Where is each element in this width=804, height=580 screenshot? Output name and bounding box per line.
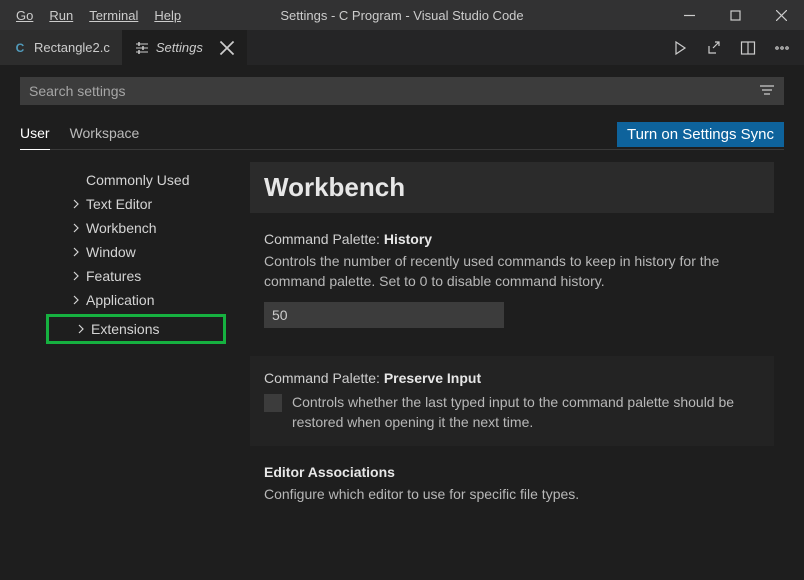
turn-on-settings-sync-button[interactable]: Turn on Settings Sync xyxy=(617,122,784,147)
menu-help[interactable]: Help xyxy=(146,4,189,27)
settings-main: Commonly Used Text Editor Workbench Wind… xyxy=(20,162,784,580)
toc-window[interactable]: Window xyxy=(20,240,240,264)
tab-label: Settings xyxy=(156,40,203,55)
tab-settings[interactable]: Settings xyxy=(122,30,247,65)
close-tab-icon[interactable] xyxy=(219,40,235,56)
window-title: Settings - C Program - Visual Studio Cod… xyxy=(280,8,523,23)
settings-search[interactable] xyxy=(20,77,784,105)
chevron-right-icon xyxy=(75,323,87,335)
search-input[interactable] xyxy=(29,83,759,99)
toc-commonly-used[interactable]: Commonly Used xyxy=(20,168,240,192)
tab-bar: C Rectangle2.c Settings xyxy=(0,30,804,65)
window-controls xyxy=(666,0,804,30)
setting-title: Editor Associations xyxy=(264,464,760,480)
setting-description: Controls the number of recently used com… xyxy=(264,251,760,292)
chevron-right-icon xyxy=(70,294,82,306)
setting-title: Command Palette: Preserve Input xyxy=(264,370,760,386)
chevron-right-icon xyxy=(70,198,82,210)
maximize-button[interactable] xyxy=(712,0,758,30)
setting-editor-associations: Editor Associations Configure which edit… xyxy=(264,464,760,504)
scope-workspace-tab[interactable]: Workspace xyxy=(70,119,140,149)
command-palette-history-input[interactable] xyxy=(264,302,504,328)
settings-toc: Commonly Used Text Editor Workbench Wind… xyxy=(20,162,240,580)
settings-editor: User Workspace Turn on Settings Sync Com… xyxy=(0,65,804,580)
toc-features[interactable]: Features xyxy=(20,264,240,288)
chevron-right-icon xyxy=(70,270,82,282)
run-icon[interactable] xyxy=(672,40,688,56)
split-editor-icon[interactable] xyxy=(740,40,756,56)
tab-rectangle2-c[interactable]: C Rectangle2.c xyxy=(0,30,122,65)
editor-actions xyxy=(672,30,804,65)
setting-title: Command Palette: History xyxy=(264,231,760,247)
menu-terminal[interactable]: Terminal xyxy=(81,4,146,27)
c-file-icon: C xyxy=(12,40,28,56)
settings-list-icon xyxy=(134,40,150,56)
settings-content[interactable]: Workbench Command Palette: History Contr… xyxy=(240,162,784,580)
toc-text-editor[interactable]: Text Editor xyxy=(20,192,240,216)
section-header-workbench: Workbench xyxy=(250,162,774,213)
filter-icon[interactable] xyxy=(759,84,775,99)
toc-workbench[interactable]: Workbench xyxy=(20,216,240,240)
setting-command-palette-preserve-input: Command Palette: Preserve Input Controls… xyxy=(250,356,774,447)
setting-description: Controls whether the last typed input to… xyxy=(292,392,760,433)
minimize-button[interactable] xyxy=(666,0,712,30)
toc-extensions-highlight: Extensions xyxy=(46,314,226,344)
preserve-input-checkbox[interactable] xyxy=(264,394,282,412)
setting-command-palette-history: Command Palette: History Controls the nu… xyxy=(264,231,760,328)
menu-go[interactable]: Go xyxy=(8,4,41,27)
open-settings-json-icon[interactable] xyxy=(706,40,722,56)
close-window-button[interactable] xyxy=(758,0,804,30)
menu-run[interactable]: Run xyxy=(41,4,81,27)
section-title: Workbench xyxy=(264,172,760,203)
menu-bar: Go Run Terminal Help xyxy=(0,4,189,27)
settings-scope-row: User Workspace Turn on Settings Sync xyxy=(20,119,784,150)
setting-description: Configure which editor to use for specif… xyxy=(264,484,760,504)
toc-extensions[interactable]: Extensions xyxy=(49,317,223,341)
tab-label: Rectangle2.c xyxy=(34,40,110,55)
scope-user-tab[interactable]: User xyxy=(20,119,50,150)
chevron-right-icon xyxy=(70,246,82,258)
chevron-right-icon xyxy=(70,222,82,234)
toc-application[interactable]: Application xyxy=(20,288,240,312)
title-bar: Go Run Terminal Help Settings - C Progra… xyxy=(0,0,804,30)
more-actions-icon[interactable] xyxy=(774,40,790,56)
